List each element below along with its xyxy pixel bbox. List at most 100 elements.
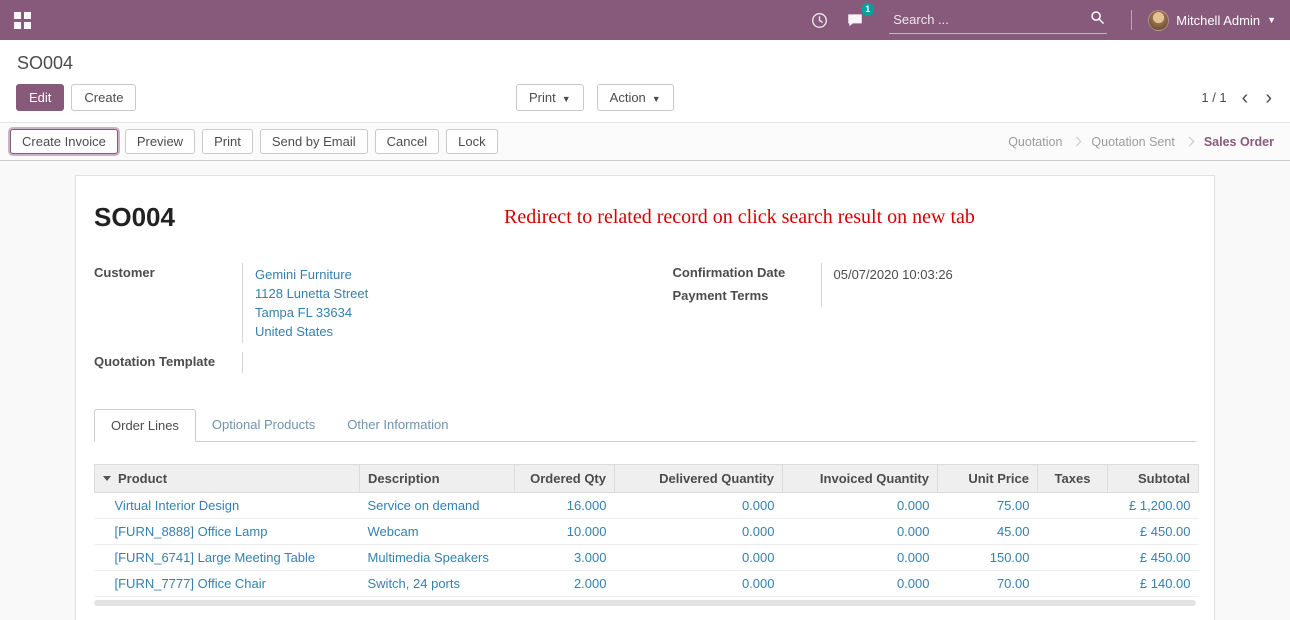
statusbar: Create Invoice Preview Print Send by Ema…	[0, 123, 1290, 161]
cell-delivered-qty: 0.000	[615, 571, 783, 597]
navbar-search	[889, 7, 1107, 34]
state-quotation[interactable]: Quotation	[1008, 135, 1062, 149]
form-view-background: SO004 Redirect to related record on clic…	[0, 161, 1290, 620]
customer-name: Gemini Furniture	[255, 265, 618, 284]
status-pipeline: Quotation Quotation Sent Sales Order	[1008, 135, 1280, 149]
cell-product: [FURN_7777] Office Chair	[95, 571, 360, 597]
control-panel: Edit Create Print▼ Action▼ 1 / 1 ‹ ›	[0, 78, 1290, 123]
customer-country: United States	[255, 322, 618, 341]
messages-icon[interactable]: 1	[845, 10, 865, 30]
activity-clock-icon[interactable]	[809, 10, 829, 30]
cell-unit-price: 75.00	[938, 493, 1038, 519]
pager-next-button[interactable]: ›	[1263, 91, 1274, 105]
column-header-unit-price[interactable]: Unit Price	[938, 465, 1038, 493]
table-row[interactable]: [FURN_7777] Office Chair Switch, 24 port…	[95, 571, 1199, 597]
create-invoice-button[interactable]: Create Invoice	[10, 129, 118, 154]
cell-product: Virtual Interior Design	[95, 493, 360, 519]
cell-subtotal: £ 1,200.00	[1108, 493, 1199, 519]
search-icon[interactable]	[1090, 10, 1105, 30]
notebook-tabs: Order Lines Optional Products Other Info…	[94, 409, 1196, 442]
cell-delivered-qty: 0.000	[615, 545, 783, 571]
top-navbar: 1 Mitchell Admin ▼	[0, 0, 1290, 40]
cell-taxes	[1038, 519, 1108, 545]
customer-value: Gemini Furniture 1128 Lunetta Street Tam…	[242, 263, 618, 343]
tab-order-lines[interactable]: Order Lines	[94, 409, 196, 442]
print-button[interactable]: Print	[202, 129, 253, 154]
horizontal-scrollbar[interactable]	[94, 600, 1196, 606]
cell-ordered-qty: 2.000	[515, 571, 615, 597]
cell-subtotal: £ 140.00	[1108, 571, 1199, 597]
customer-label: Customer	[94, 263, 242, 343]
column-header-invoiced-quantity[interactable]: Invoiced Quantity	[783, 465, 938, 493]
create-button[interactable]: Create	[71, 84, 136, 111]
column-header-description[interactable]: Description	[360, 465, 515, 493]
cell-subtotal: £ 450.00	[1108, 545, 1199, 571]
breadcrumb-row: SO004	[0, 40, 1290, 78]
column-header-delivered-quantity[interactable]: Delivered Quantity	[615, 465, 783, 493]
payment-terms-label: Payment Terms	[673, 286, 821, 307]
form-sheet: SO004 Redirect to related record on clic…	[75, 175, 1215, 620]
table-header-row: Product Description Ordered Qty Delivere…	[95, 465, 1199, 493]
user-avatar	[1148, 10, 1169, 31]
send-by-email-button[interactable]: Send by Email	[260, 129, 368, 154]
cancel-button[interactable]: Cancel	[375, 129, 439, 154]
cell-ordered-qty: 16.000	[515, 493, 615, 519]
cell-taxes	[1038, 571, 1108, 597]
cell-unit-price: 150.00	[938, 545, 1038, 571]
systray-divider	[1131, 10, 1132, 30]
print-dropdown-button[interactable]: Print▼	[516, 84, 584, 111]
edit-button[interactable]: Edit	[16, 84, 64, 111]
search-input[interactable]	[891, 11, 1090, 28]
chevron-right-icon	[1072, 137, 1082, 147]
column-header-subtotal[interactable]: Subtotal	[1108, 465, 1199, 493]
quotation-template-label: Quotation Template	[94, 352, 242, 373]
cell-description: Multimedia Speakers	[360, 545, 515, 571]
cell-subtotal: £ 450.00	[1108, 519, 1199, 545]
user-name: Mitchell Admin	[1176, 13, 1260, 28]
pager-previous-button[interactable]: ‹	[1240, 91, 1251, 105]
column-header-taxes[interactable]: Taxes	[1038, 465, 1108, 493]
chevron-right-icon	[1184, 137, 1194, 147]
cell-invoiced-qty: 0.000	[783, 519, 938, 545]
cell-delivered-qty: 0.000	[615, 519, 783, 545]
cell-unit-price: 45.00	[938, 519, 1038, 545]
table-row[interactable]: [FURN_8888] Office Lamp Webcam 10.000 0.…	[95, 519, 1199, 545]
confirmation-date-value: 05/07/2020 10:03:26	[821, 263, 1197, 286]
chevron-down-icon: ▼	[1267, 16, 1276, 25]
cell-product: [FURN_6741] Large Meeting Table	[95, 545, 360, 571]
cell-invoiced-qty: 0.000	[783, 545, 938, 571]
apps-menu-icon[interactable]	[14, 12, 31, 29]
tab-other-information[interactable]: Other Information	[331, 409, 464, 441]
cell-invoiced-qty: 0.000	[783, 493, 938, 519]
customer-street: 1128 Lunetta Street	[255, 284, 618, 303]
customer-city: Tampa FL 33634	[255, 303, 618, 322]
state-quotation-sent[interactable]: Quotation Sent	[1091, 135, 1174, 149]
user-menu[interactable]: Mitchell Admin ▼	[1148, 10, 1276, 31]
cell-unit-price: 70.00	[938, 571, 1038, 597]
cell-delivered-qty: 0.000	[615, 493, 783, 519]
lock-button[interactable]: Lock	[446, 129, 497, 154]
cell-taxes	[1038, 493, 1108, 519]
cell-product: [FURN_8888] Office Lamp	[95, 519, 360, 545]
cell-description: Webcam	[360, 519, 515, 545]
state-sales-order[interactable]: Sales Order	[1204, 135, 1274, 149]
quotation-template-value	[242, 352, 618, 373]
cell-description: Service on demand	[360, 493, 515, 519]
sort-caret-icon	[103, 476, 111, 481]
payment-terms-value	[821, 286, 1197, 307]
cell-ordered-qty: 3.000	[515, 545, 615, 571]
pager-counter: 1 / 1	[1201, 90, 1226, 105]
preview-button[interactable]: Preview	[125, 129, 195, 154]
breadcrumb: SO004	[17, 53, 73, 73]
table-row[interactable]: [FURN_6741] Large Meeting Table Multimed…	[95, 545, 1199, 571]
cell-description: Switch, 24 ports	[360, 571, 515, 597]
column-header-ordered-qty[interactable]: Ordered Qty	[515, 465, 615, 493]
cell-taxes	[1038, 545, 1108, 571]
action-dropdown-button[interactable]: Action▼	[597, 84, 674, 111]
chevron-down-icon: ▼	[652, 94, 661, 104]
table-row[interactable]: Virtual Interior Design Service on deman…	[95, 493, 1199, 519]
chevron-down-icon: ▼	[562, 94, 571, 104]
tab-optional-products[interactable]: Optional Products	[196, 409, 331, 441]
messages-badge: 1	[861, 3, 874, 16]
column-header-product[interactable]: Product	[95, 465, 360, 493]
